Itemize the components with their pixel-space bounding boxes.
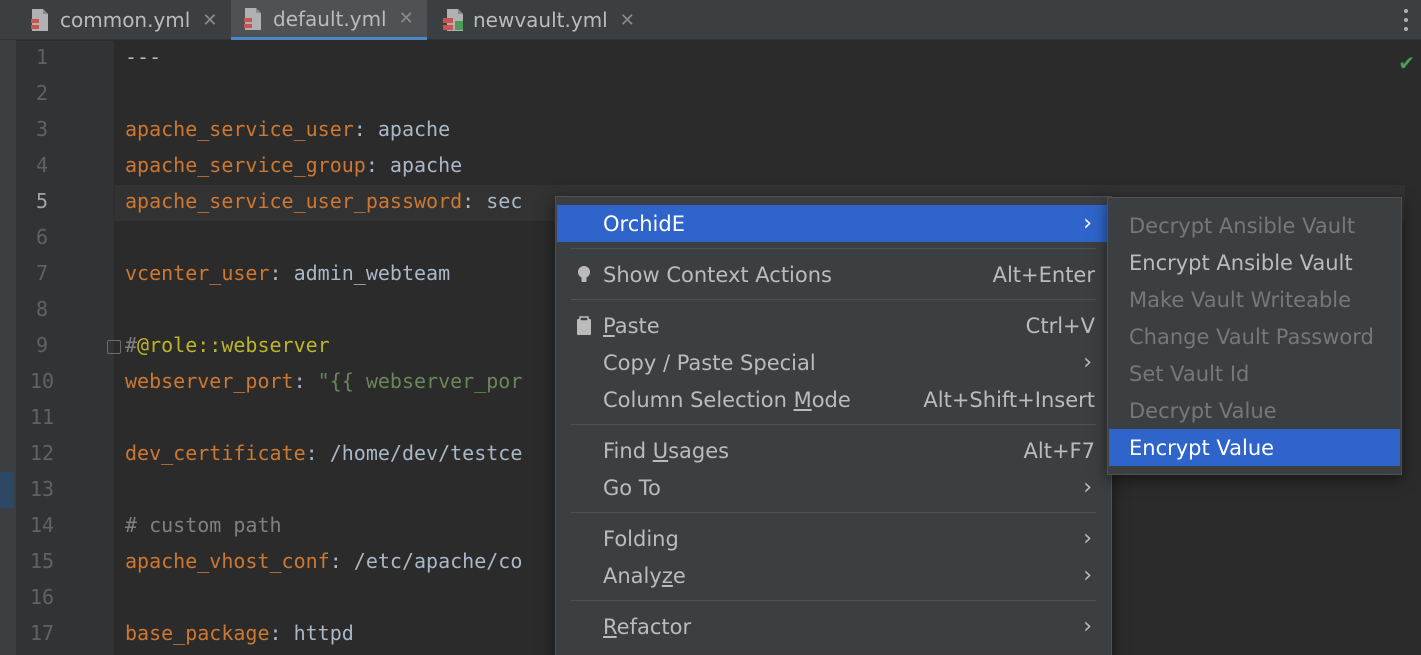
line-number: 5 xyxy=(35,189,49,213)
line-number: 10 xyxy=(29,369,55,393)
submenu-item-make-vault-writeable[interactable]: Make Vault Writeable xyxy=(1109,281,1400,318)
code-line: apache_service_group: apache xyxy=(125,153,463,177)
selection-marker xyxy=(0,472,14,508)
menu-item-go-to[interactable]: Go To › xyxy=(557,469,1110,506)
submenu-item-decrypt-ansible-vault[interactable]: Decrypt Ansible Vault xyxy=(1109,207,1400,244)
menu-separator xyxy=(571,600,1096,601)
menu-separator xyxy=(571,248,1096,249)
yaml-file-icon xyxy=(243,7,263,31)
chevron-right-icon: › xyxy=(1083,563,1092,588)
menu-item-folding[interactable]: Folding › xyxy=(557,520,1110,557)
yaml-file-icon xyxy=(30,8,50,32)
line-number: 17 xyxy=(29,621,55,645)
menu-separator xyxy=(571,512,1096,513)
chevron-right-icon: › xyxy=(1083,475,1092,500)
tab-common-yml[interactable]: common.yml ✕ xyxy=(30,0,230,40)
line-number: 7 xyxy=(35,261,49,285)
line-number: 9 xyxy=(35,333,49,357)
chevron-right-icon: › xyxy=(1083,211,1092,236)
close-icon[interactable]: ✕ xyxy=(399,8,414,29)
code-line: dev_certificate: /home/dev/testce xyxy=(125,441,523,465)
chevron-right-icon: › xyxy=(1083,350,1092,375)
menu-item-analyze[interactable]: Analyze › xyxy=(557,557,1110,594)
left-tool-strip xyxy=(0,40,16,655)
more-tabs-icon[interactable] xyxy=(1397,6,1415,34)
line-number: 8 xyxy=(35,297,49,321)
line-number: 1 xyxy=(35,45,49,69)
submenu-item-change-vault-password[interactable]: Change Vault Password xyxy=(1109,318,1400,355)
fold-icon[interactable] xyxy=(107,340,121,354)
code-line: vcenter_user: admin_webteam xyxy=(125,261,451,285)
bulb-icon xyxy=(573,263,595,287)
menu-separator xyxy=(571,299,1096,300)
menu-item-refactor[interactable]: Refactor › xyxy=(557,608,1110,645)
line-number: 12 xyxy=(29,441,55,465)
menu-item-find-usages[interactable]: Find Usages Alt+F7 xyxy=(557,432,1110,469)
menu-item-column-selection-mode[interactable]: Column Selection Mode Alt+Shift+Insert xyxy=(557,381,1110,418)
tab-label: default.yml xyxy=(273,6,387,31)
menu-item-paste[interactable]: Paste Ctrl+V xyxy=(557,307,1110,344)
code-line: apache_service_user: apache xyxy=(125,117,451,141)
clipboard-icon xyxy=(573,314,595,338)
code-line: # custom path xyxy=(125,513,282,537)
line-number: 3 xyxy=(35,117,49,141)
tab-newvault-yml[interactable]: newvault.yml ✕ xyxy=(443,0,653,40)
tab-label: newvault.yml xyxy=(473,8,608,32)
line-number: 2 xyxy=(35,81,49,105)
close-icon[interactable]: ✕ xyxy=(620,10,635,31)
menu-item-orchide[interactable]: OrchidE › xyxy=(557,205,1110,242)
submenu-item-decrypt-value[interactable]: Decrypt Value xyxy=(1109,392,1400,429)
line-number-gutter: 1 2 3 4 5 6 7 8 9 10 11 12 13 14 15 16 1… xyxy=(16,41,114,655)
line-number: 14 xyxy=(29,513,55,537)
code-line: base_package: httpd xyxy=(125,621,354,645)
submenu-item-set-vault-id[interactable]: Set Vault Id xyxy=(1109,355,1400,392)
code-line: apache_service_user_password: sec xyxy=(125,189,523,213)
submenu-item-encrypt-ansible-vault[interactable]: Encrypt Ansible Vault xyxy=(1109,244,1400,281)
chevron-right-icon: › xyxy=(1083,526,1092,551)
line-number: 6 xyxy=(35,225,49,249)
tab-default-yml[interactable]: default.yml ✕ xyxy=(231,0,427,40)
menu-item-copy-paste-special[interactable]: Copy / Paste Special › xyxy=(557,344,1110,381)
line-number: 4 xyxy=(35,153,49,177)
tab-label: common.yml xyxy=(60,8,191,32)
code-line: apache_vhost_conf: /etc/apache/co xyxy=(125,549,523,573)
line-number: 15 xyxy=(29,549,55,573)
vault-file-icon xyxy=(443,8,463,32)
chevron-right-icon: › xyxy=(1083,614,1092,639)
code-line: --- xyxy=(125,45,162,69)
orchide-submenu: Decrypt Ansible Vault Encrypt Ansible Va… xyxy=(1107,197,1402,475)
context-menu: OrchidE › Show Context Actions Alt+Enter… xyxy=(555,196,1112,655)
menu-separator xyxy=(571,424,1096,425)
close-icon[interactable]: ✕ xyxy=(202,10,217,31)
editor-tab-bar: common.yml ✕ default.yml ✕ newvault.yml … xyxy=(0,0,1421,40)
line-number: 16 xyxy=(29,585,55,609)
check-icon: ✔ xyxy=(1398,51,1415,75)
line-number: 11 xyxy=(29,405,55,429)
code-line: webserver_port: "{{ webserver_por xyxy=(125,369,523,393)
line-number: 13 xyxy=(29,477,55,501)
menu-item-show-context-actions[interactable]: Show Context Actions Alt+Enter xyxy=(557,256,1110,293)
code-line: #@role::webserver xyxy=(125,333,330,357)
submenu-item-encrypt-value[interactable]: Encrypt Value xyxy=(1109,429,1400,466)
